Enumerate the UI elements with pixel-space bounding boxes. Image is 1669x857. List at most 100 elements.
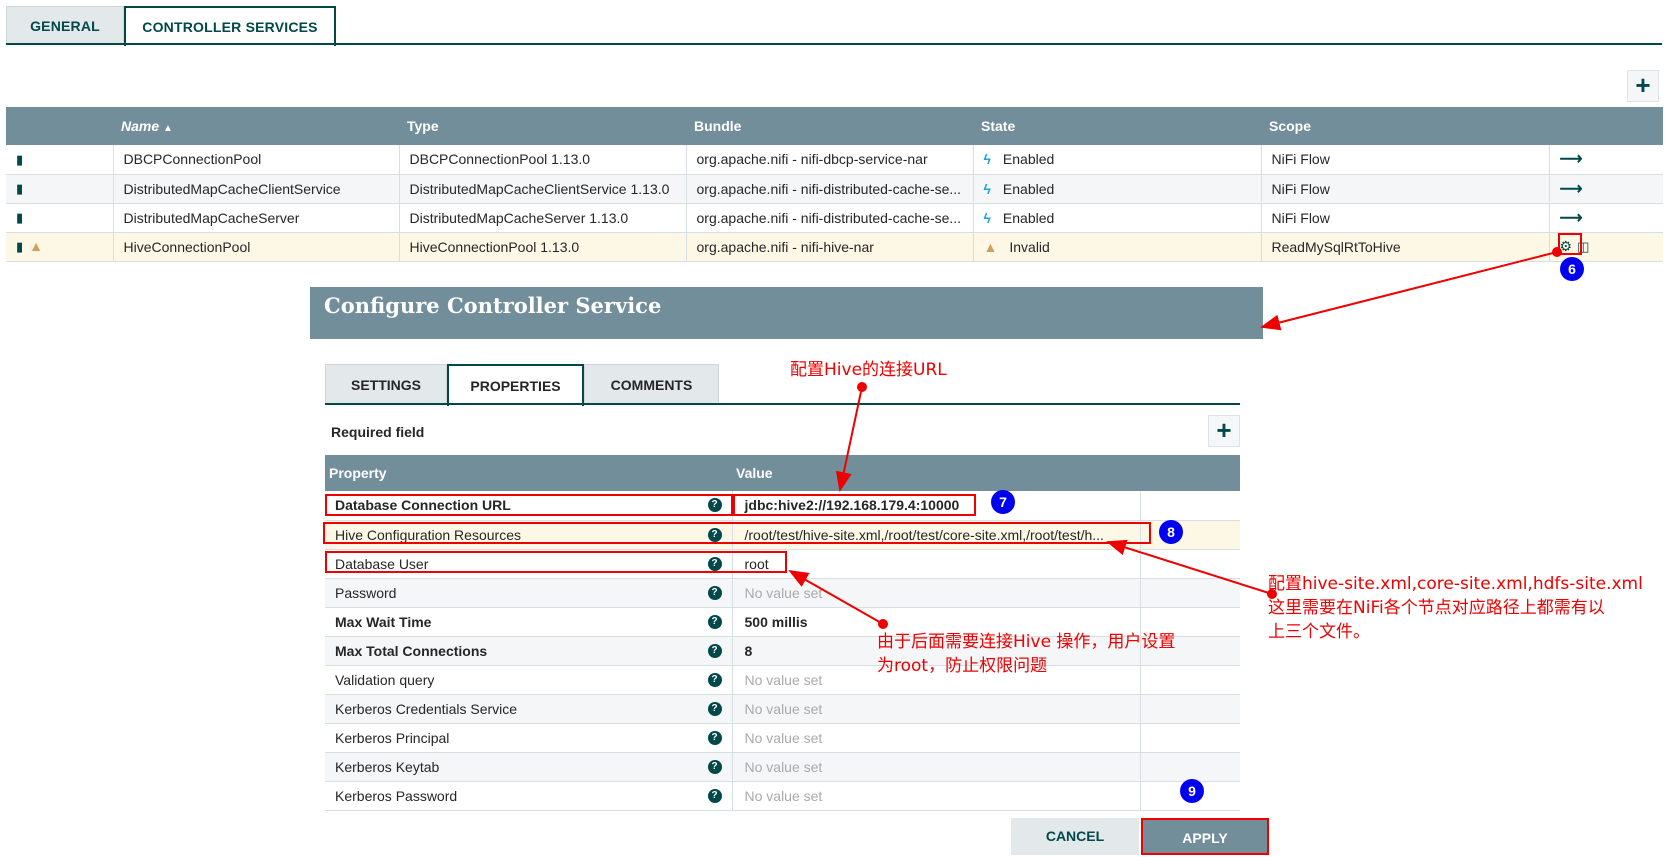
table-row[interactable]: Kerberos Password? No value set [325,781,1240,811]
note-line: 为root，防止权限问题 [877,656,1048,676]
annotation-box-user [325,551,787,573]
service-name: DistributedMapCacheServer [113,203,400,233]
annotation-note-user: 由于后面需要连接Hive 操作，用户设置 为root，防止权限问题 [877,630,1175,678]
tabs-divider [325,403,1240,405]
service-name: DistributedMapCacheClientService [113,174,400,204]
col-actions [1549,107,1663,145]
service-scope: NiFi Flow [1261,203,1550,233]
go-to-arrow-icon[interactable]: ⟶ [1560,181,1583,198]
book-icon[interactable]: ▮ [16,181,23,197]
property-value[interactable]: No value set [732,578,1141,608]
col-state[interactable]: State [973,107,1261,145]
table-row[interactable]: Password? No value set [325,578,1240,608]
go-to-arrow-icon[interactable]: ⟶ [1560,151,1583,168]
step-badge-6: 6 [1560,257,1584,281]
tab-general[interactable]: GENERAL [6,6,124,45]
service-type: DistributedMapCacheClientService 1.13.0 [399,174,687,204]
annotation-note-url: 配置Hive的连接URL [790,360,947,380]
dialog-title: Configure Controller Service [324,293,662,318]
bolt-icon: ϟ [983,209,991,226]
property-actions [1140,549,1240,579]
table-row[interactable]: ▮ ▲ HiveConnectionPool HiveConnectionPool… [6,232,1663,262]
table-header-row: Property Value [325,455,1240,491]
col-scope[interactable]: Scope [1261,107,1549,145]
property-name: Kerberos Principal? [325,723,733,753]
annotation-box-apply [1141,818,1269,855]
tabs-divider [6,43,1662,45]
property-value[interactable]: No value set [732,723,1141,753]
table-row[interactable]: ▮ DBCPConnectionPool DBCPConnectionPool … [6,145,1663,175]
bolt-icon: ϟ [983,180,991,197]
col-name-label: Name [121,118,160,134]
help-icon[interactable]: ? [707,701,722,716]
tab-controller-services[interactable]: CONTROLLER SERVICES [124,6,336,46]
property-name: Max Total Connections? [325,636,733,666]
controller-services-table: Name ▲ Type Bundle State Scope ▮ DBCPCon… [6,107,1663,262]
property-name-label: Max Total Connections [335,642,488,659]
col-value: Value [732,455,1140,491]
property-name-label: Password [335,584,397,601]
note-line: 上三个文件。 [1268,622,1370,642]
service-state: ▲ Invalid [973,232,1262,262]
dialog-header: Configure Controller Service [310,287,1263,339]
col-property: Property [325,455,732,491]
go-to-arrow-icon[interactable]: ⟶ [1560,210,1583,227]
property-actions [1140,723,1240,753]
warning-icon[interactable]: ▲ [29,238,43,254]
col-icons [6,107,113,145]
help-icon[interactable]: ? [707,730,722,745]
col-type[interactable]: Type [399,107,686,145]
property-value[interactable]: root [732,549,1141,579]
help-icon[interactable]: ? [707,788,722,803]
property-name: Kerberos Password? [325,781,733,811]
property-value[interactable]: No value set [732,694,1141,724]
help-icon[interactable]: ? [707,759,722,774]
state-label: Invalid [1009,238,1050,255]
plus-icon: + [1216,415,1232,445]
col-name[interactable]: Name ▲ [113,107,399,145]
book-icon[interactable]: ▮ [16,152,23,168]
col-bundle[interactable]: Bundle [686,107,973,145]
sort-asc-icon: ▲ [163,123,173,134]
table-row[interactable]: ▮ DistributedMapCacheServer DistributedM… [6,203,1663,233]
book-icon[interactable]: ▮ [16,239,23,255]
state-label: Enabled [1002,151,1055,168]
step-badge-8: 8 [1159,520,1183,544]
add-controller-service-button[interactable]: + [1627,70,1659,102]
tab-settings[interactable]: SETTINGS [325,364,447,404]
cancel-button[interactable]: CANCEL [1011,818,1139,855]
table-row[interactable]: Kerberos Credentials Service? No value se… [325,694,1240,724]
table-row[interactable]: Kerberos Principal? No value set [325,723,1240,753]
table-row[interactable]: Kerberos Keytab? No value set [325,752,1240,782]
annotation-box-gear [1558,233,1582,255]
tab-general-label: GENERAL [30,18,100,34]
property-name-label: Kerberos Keytab [335,758,440,775]
property-value[interactable]: No value set [732,781,1141,811]
required-field-label: Required field [331,424,425,440]
table-row[interactable]: ▮ DistributedMapCacheClientService Distr… [6,174,1663,204]
tab-comments-label: COMMENTS [610,377,693,393]
tab-comments[interactable]: COMMENTS [584,364,719,404]
property-value[interactable]: No value set [732,752,1141,782]
service-state: ϟ Enabled [973,174,1262,204]
help-icon[interactable]: ? [707,614,722,629]
annotation-box-url-value [733,494,976,516]
table-header-row: Name ▲ Type Bundle State Scope [6,107,1663,145]
plus-icon: + [1635,70,1651,100]
state-label: Enabled [1002,180,1055,197]
help-icon[interactable]: ? [707,672,722,687]
book-icon[interactable]: ▮ [16,210,23,226]
service-type: DistributedMapCacheServer 1.13.0 [399,203,687,233]
property-actions [1140,752,1240,782]
help-icon[interactable]: ? [707,643,722,658]
service-scope: NiFi Flow [1261,174,1550,204]
tab-properties[interactable]: PROPERTIES [447,364,584,406]
annotation-box-url-name [325,494,733,516]
service-scope: ReadMySqlRtToHive [1261,232,1550,262]
arrow-to-dialog [1260,251,1558,331]
add-property-button[interactable]: + [1208,415,1240,447]
step-badge-7: 7 [991,490,1015,514]
service-type: HiveConnectionPool 1.13.0 [399,232,687,262]
note-line: 这里需要在NiFi各个节点对应路径上都需有以 [1268,598,1605,618]
help-icon[interactable]: ? [707,585,722,600]
